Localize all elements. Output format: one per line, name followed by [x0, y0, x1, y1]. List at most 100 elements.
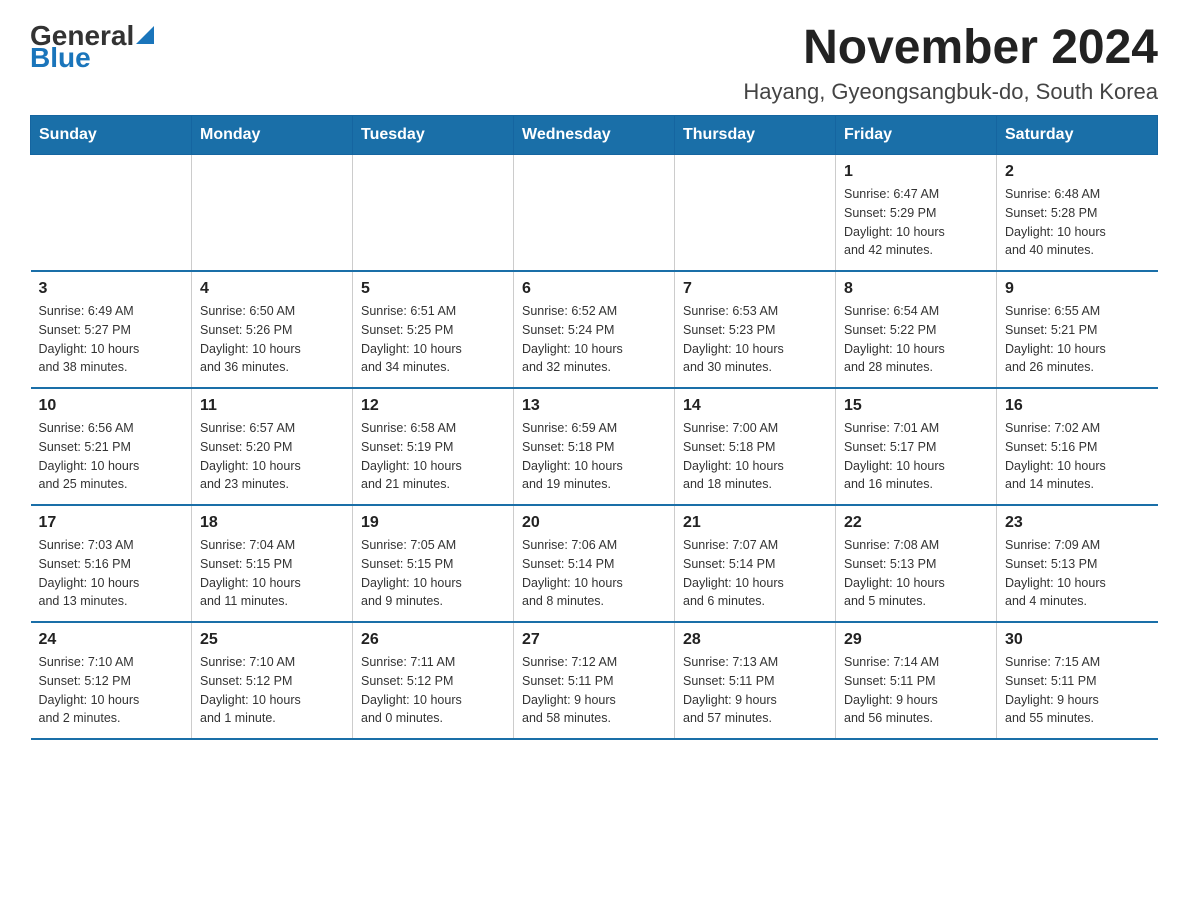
day-number: 2 [1005, 163, 1150, 181]
day-info: Sunrise: 7:02 AM Sunset: 5:16 PM Dayligh… [1005, 419, 1150, 494]
calendar-week-row: 1 Sunrise: 6:47 AM Sunset: 5:29 PM Daylig… [31, 155, 1158, 272]
calendar-cell: 20Sunrise: 7:06 AM Sunset: 5:14 PM Dayli… [514, 505, 675, 622]
calendar-cell: 1 Sunrise: 6:47 AM Sunset: 5:29 PM Daylig… [836, 155, 997, 272]
page-title: November 2024 [743, 20, 1158, 75]
day-info: Sunrise: 6:51 AM Sunset: 5:25 PM Dayligh… [361, 302, 505, 377]
calendar-cell: 11Sunrise: 6:57 AM Sunset: 5:20 PM Dayli… [192, 388, 353, 505]
calendar-cell [353, 155, 514, 272]
calendar-cell: 3 Sunrise: 6:49 AM Sunset: 5:27 PM Daylig… [31, 271, 192, 388]
calendar-cell: 23 Sunrise: 7:09 AM Sunset: 5:13 PM Dayli… [997, 505, 1158, 622]
day-info: Sunrise: 7:11 AM Sunset: 5:12 PM Dayligh… [361, 653, 505, 728]
day-info: Sunrise: 7:00 AM Sunset: 5:18 PM Dayligh… [683, 419, 827, 494]
weekday-header-friday: Friday [836, 116, 997, 155]
day-number: 7 [683, 280, 827, 298]
calendar-cell [31, 155, 192, 272]
day-info: Sunrise: 6:52 AM Sunset: 5:24 PM Dayligh… [522, 302, 666, 377]
calendar-cell: 14Sunrise: 7:00 AM Sunset: 5:18 PM Dayli… [675, 388, 836, 505]
calendar-week-row: 10 Sunrise: 6:56 AM Sunset: 5:21 PM Dayli… [31, 388, 1158, 505]
calendar-cell: 4 Sunrise: 6:50 AM Sunset: 5:26 PM Daylig… [192, 271, 353, 388]
day-number: 17 [39, 514, 184, 532]
calendar-cell: 12Sunrise: 6:58 AM Sunset: 5:19 PM Dayli… [353, 388, 514, 505]
day-info: Sunrise: 6:56 AM Sunset: 5:21 PM Dayligh… [39, 419, 184, 494]
calendar-cell: 7 Sunrise: 6:53 AM Sunset: 5:23 PM Daylig… [675, 271, 836, 388]
calendar-cell: 18 Sunrise: 7:04 AM Sunset: 5:15 PM Dayli… [192, 505, 353, 622]
day-info: Sunrise: 7:08 AM Sunset: 5:13 PM Dayligh… [844, 536, 988, 611]
day-number: 23 [1005, 514, 1150, 532]
calendar-cell: 9Sunrise: 6:55 AM Sunset: 5:21 PM Daylig… [997, 271, 1158, 388]
day-info: Sunrise: 7:05 AM Sunset: 5:15 PM Dayligh… [361, 536, 505, 611]
day-number: 24 [39, 631, 184, 649]
day-number: 21 [683, 514, 827, 532]
calendar-cell: 21 Sunrise: 7:07 AM Sunset: 5:14 PM Dayli… [675, 505, 836, 622]
calendar-cell: 24 Sunrise: 7:10 AM Sunset: 5:12 PM Dayli… [31, 622, 192, 739]
day-number: 26 [361, 631, 505, 649]
day-info: Sunrise: 7:01 AM Sunset: 5:17 PM Dayligh… [844, 419, 988, 494]
calendar-cell: 22 Sunrise: 7:08 AM Sunset: 5:13 PM Dayli… [836, 505, 997, 622]
day-number: 16 [1005, 397, 1150, 415]
day-number: 8 [844, 280, 988, 298]
calendar-cell: 10 Sunrise: 6:56 AM Sunset: 5:21 PM Dayli… [31, 388, 192, 505]
logo-triangle-icon [136, 26, 154, 44]
calendar-table: SundayMondayTuesdayWednesdayThursdayFrid… [30, 115, 1158, 740]
logo-blue: Blue [30, 42, 91, 74]
day-number: 12 [361, 397, 505, 415]
day-info: Sunrise: 7:04 AM Sunset: 5:15 PM Dayligh… [200, 536, 344, 611]
day-info: Sunrise: 6:50 AM Sunset: 5:26 PM Dayligh… [200, 302, 344, 377]
day-number: 28 [683, 631, 827, 649]
calendar-cell: 29 Sunrise: 7:14 AM Sunset: 5:11 PM Dayli… [836, 622, 997, 739]
day-info: Sunrise: 7:10 AM Sunset: 5:12 PM Dayligh… [39, 653, 184, 728]
day-info: Sunrise: 7:03 AM Sunset: 5:16 PM Dayligh… [39, 536, 184, 611]
calendar-cell: 30 Sunrise: 7:15 AM Sunset: 5:11 PM Dayli… [997, 622, 1158, 739]
calendar-week-row: 3 Sunrise: 6:49 AM Sunset: 5:27 PM Daylig… [31, 271, 1158, 388]
day-info: Sunrise: 7:12 AM Sunset: 5:11 PM Dayligh… [522, 653, 666, 728]
day-number: 4 [200, 280, 344, 298]
day-number: 30 [1005, 631, 1150, 649]
day-number: 27 [522, 631, 666, 649]
weekday-header-tuesday: Tuesday [353, 116, 514, 155]
weekday-header-wednesday: Wednesday [514, 116, 675, 155]
calendar-cell: 26 Sunrise: 7:11 AM Sunset: 5:12 PM Dayli… [353, 622, 514, 739]
day-number: 19 [361, 514, 505, 532]
calendar-cell: 17 Sunrise: 7:03 AM Sunset: 5:16 PM Dayli… [31, 505, 192, 622]
day-info: Sunrise: 6:54 AM Sunset: 5:22 PM Dayligh… [844, 302, 988, 377]
day-info: Sunrise: 7:07 AM Sunset: 5:14 PM Dayligh… [683, 536, 827, 611]
day-number: 13 [522, 397, 666, 415]
day-number: 6 [522, 280, 666, 298]
day-info: Sunrise: 7:06 AM Sunset: 5:14 PM Dayligh… [522, 536, 666, 611]
calendar-header-row: SundayMondayTuesdayWednesdayThursdayFrid… [31, 116, 1158, 155]
calendar-cell [514, 155, 675, 272]
day-info: Sunrise: 6:53 AM Sunset: 5:23 PM Dayligh… [683, 302, 827, 377]
day-number: 22 [844, 514, 988, 532]
calendar-cell: 13 Sunrise: 6:59 AM Sunset: 5:18 PM Dayli… [514, 388, 675, 505]
day-info: Sunrise: 7:14 AM Sunset: 5:11 PM Dayligh… [844, 653, 988, 728]
page-header: General Blue November 2024 Hayang, Gyeon… [30, 20, 1158, 105]
day-number: 5 [361, 280, 505, 298]
calendar-cell: 16 Sunrise: 7:02 AM Sunset: 5:16 PM Dayli… [997, 388, 1158, 505]
day-number: 10 [39, 397, 184, 415]
day-number: 3 [39, 280, 184, 298]
day-info: Sunrise: 7:13 AM Sunset: 5:11 PM Dayligh… [683, 653, 827, 728]
day-number: 29 [844, 631, 988, 649]
calendar-cell: 27 Sunrise: 7:12 AM Sunset: 5:11 PM Dayli… [514, 622, 675, 739]
day-number: 18 [200, 514, 344, 532]
weekday-header-sunday: Sunday [31, 116, 192, 155]
day-info: Sunrise: 7:09 AM Sunset: 5:13 PM Dayligh… [1005, 536, 1150, 611]
day-number: 15 [844, 397, 988, 415]
day-info: Sunrise: 6:59 AM Sunset: 5:18 PM Dayligh… [522, 419, 666, 494]
day-info: Sunrise: 6:48 AM Sunset: 5:28 PM Dayligh… [1005, 185, 1150, 260]
day-number: 25 [200, 631, 344, 649]
day-info: Sunrise: 6:49 AM Sunset: 5:27 PM Dayligh… [39, 302, 184, 377]
calendar-cell: 15 Sunrise: 7:01 AM Sunset: 5:17 PM Dayli… [836, 388, 997, 505]
day-info: Sunrise: 6:55 AM Sunset: 5:21 PM Dayligh… [1005, 302, 1150, 377]
day-number: 1 [844, 163, 988, 181]
calendar-cell: 28 Sunrise: 7:13 AM Sunset: 5:11 PM Dayli… [675, 622, 836, 739]
calendar-week-row: 17 Sunrise: 7:03 AM Sunset: 5:16 PM Dayli… [31, 505, 1158, 622]
day-info: Sunrise: 7:10 AM Sunset: 5:12 PM Dayligh… [200, 653, 344, 728]
calendar-cell [192, 155, 353, 272]
day-info: Sunrise: 6:57 AM Sunset: 5:20 PM Dayligh… [200, 419, 344, 494]
day-info: Sunrise: 7:15 AM Sunset: 5:11 PM Dayligh… [1005, 653, 1150, 728]
day-info: Sunrise: 6:47 AM Sunset: 5:29 PM Dayligh… [844, 185, 988, 260]
weekday-header-saturday: Saturday [997, 116, 1158, 155]
page-subtitle: Hayang, Gyeongsangbuk-do, South Korea [743, 79, 1158, 105]
weekday-header-monday: Monday [192, 116, 353, 155]
